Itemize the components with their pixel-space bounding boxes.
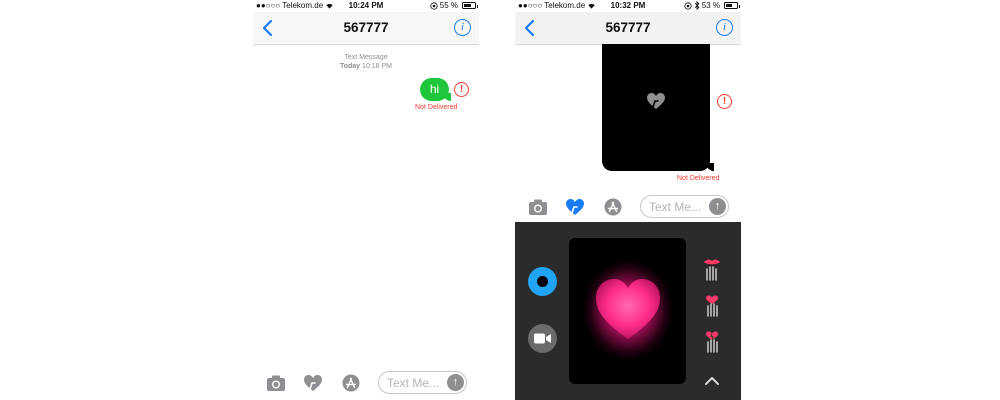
battery-icon xyxy=(724,2,740,9)
send-arrow-icon[interactable]: ↑ xyxy=(709,198,726,215)
message-text-field[interactable]: ↑ xyxy=(378,371,467,394)
info-icon[interactable]: i xyxy=(454,19,471,36)
heartbeat-gesture-icon[interactable] xyxy=(701,294,723,318)
battery-fill xyxy=(726,4,733,7)
digital-touch-message[interactable] xyxy=(602,44,714,171)
nav-bar: 567777 i xyxy=(253,12,479,45)
app-store-icon[interactable] xyxy=(341,374,361,392)
location-icon xyxy=(684,1,692,10)
error-alert-icon[interactable]: ! xyxy=(454,82,469,97)
battery-percent: 55 % xyxy=(439,1,458,10)
not-delivered-label: Not Delivered xyxy=(415,104,458,111)
message-text-field[interactable]: ↑ xyxy=(640,195,729,218)
input-bar: ↑ xyxy=(253,370,479,396)
conversation-title: 567777 xyxy=(605,20,651,35)
time-label: 10:18 PM xyxy=(362,63,393,70)
record-button[interactable] xyxy=(528,267,557,296)
kiss-gesture-icon[interactable] xyxy=(701,258,723,282)
digital-touch-heart-icon[interactable] xyxy=(303,374,323,392)
heartbreak-gesture-icon[interactable] xyxy=(701,330,723,354)
info-icon[interactable]: i xyxy=(716,19,733,36)
conversation-meta: Text Message Today 10:18 PM xyxy=(253,53,479,71)
send-arrow-icon[interactable]: ↑ xyxy=(447,374,464,391)
digital-touch-heart-icon xyxy=(647,93,665,109)
battery-percent: 53 % xyxy=(701,1,720,10)
battery-icon xyxy=(462,2,478,9)
sketch-canvas[interactable] xyxy=(569,238,686,384)
messages-screen-text: ●●○○○ Telekom.de 10:24 PM 55 % 567777 i … xyxy=(253,0,479,400)
error-alert-icon[interactable]: ! xyxy=(717,94,732,109)
bluetooth-icon xyxy=(694,1,700,10)
status-bar: ●●○○○ Telekom.de 10:24 PM 55 % xyxy=(253,0,479,12)
message-input[interactable] xyxy=(649,200,709,214)
digital-touch-heart-icon[interactable] xyxy=(565,198,585,216)
digital-touch-panel xyxy=(515,222,741,400)
message-bubble[interactable]: hi xyxy=(420,78,451,101)
chevron-up-icon[interactable] xyxy=(704,376,720,386)
conversation-title: 567777 xyxy=(343,20,389,35)
video-button[interactable] xyxy=(528,324,557,353)
messages-screen-digital-touch: ●●○○○ Telekom.de 10:32 PM 53 % 567777 i … xyxy=(515,0,741,400)
camera-icon[interactable] xyxy=(528,198,548,216)
camera-icon[interactable] xyxy=(266,374,286,392)
heartbeat-heart-icon xyxy=(596,279,660,339)
app-store-icon[interactable] xyxy=(603,198,623,216)
message-input[interactable] xyxy=(387,376,447,390)
date-label: Today xyxy=(339,63,361,70)
location-icon xyxy=(430,1,438,10)
video-camera-icon xyxy=(534,333,551,344)
input-bar: ↑ xyxy=(515,194,741,220)
status-bar: ●●○○○ Telekom.de 10:32 PM 53 % xyxy=(515,0,741,12)
nav-bar: 567777 i xyxy=(515,12,741,45)
not-delivered-label: Not Delivered xyxy=(677,175,720,182)
service-label: Text Message xyxy=(344,54,388,61)
battery-fill xyxy=(464,4,471,7)
